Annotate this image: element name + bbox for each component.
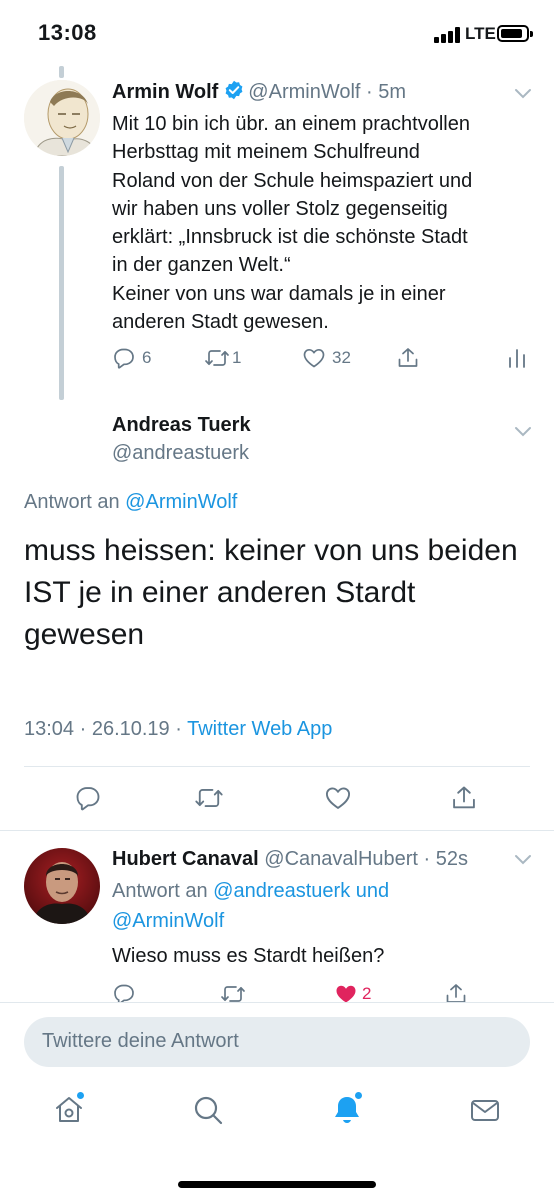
heart-filled-icon (336, 985, 356, 1002)
like-count: 32 (332, 348, 351, 367)
separator: · (360, 81, 379, 103)
signal-icon (434, 27, 462, 43)
reply-context: Antwort an @ArminWolf (24, 491, 237, 514)
status-time: 13:08 (38, 20, 97, 45)
reply-icon (76, 787, 100, 811)
separator: · (418, 848, 436, 870)
retweet-button[interactable]: 1 (204, 346, 241, 370)
divider (24, 766, 530, 767)
retweet-button[interactable] (194, 784, 224, 812)
reply-to-link[interactable]: @andreastuerk und (213, 880, 389, 902)
reply-icon (114, 348, 134, 369)
reply-button[interactable] (112, 982, 136, 1002)
reply-context: Antwort an @andreastuerk und @ArminWolf (112, 876, 532, 936)
reply-count: 6 (142, 348, 152, 367)
reply-tweet-text: Wieso muss es Stardt heißen? (112, 945, 385, 967)
author-handle[interactable]: @CanavalHubert (264, 848, 418, 870)
tweet-timestamp: 13:04 · 26.10.19 · Twitter Web App (24, 718, 332, 741)
tweet-text-line: Herbsttag mit meinem Schulfreund (112, 141, 420, 164)
tweet-text-line: anderen Stadt gewesen. (112, 311, 329, 334)
share-button[interactable] (444, 982, 468, 1002)
battery-icon (497, 25, 533, 42)
status-bar: 13:08 LTE (0, 0, 554, 66)
main-tweet-text: muss heissen: keiner von uns beiden IST … (24, 530, 544, 656)
divider (0, 830, 554, 831)
share-button[interactable] (396, 346, 420, 370)
share-button[interactable] (450, 784, 478, 812)
tab-notifications[interactable] (330, 1091, 364, 1132)
notification-dot (76, 1091, 85, 1100)
like-button[interactable]: 32 (302, 346, 351, 370)
tab-messages[interactable] (468, 1093, 502, 1132)
notification-dot (354, 1091, 363, 1100)
tweet-text-line: IST je in einer anderen Stardt (24, 576, 416, 609)
share-icon (446, 984, 466, 1002)
tweet-text-line: muss heissen: keiner von uns beiden (24, 534, 518, 567)
tweet-text-line: gewesen (24, 618, 145, 651)
search-icon (194, 1096, 223, 1125)
like-button[interactable] (324, 784, 352, 812)
reply-prefix: Antwort an (112, 880, 214, 902)
heart-icon (303, 348, 325, 368)
thread-line (59, 66, 64, 78)
tab-home[interactable] (52, 1091, 86, 1132)
tweet-age: 52s (435, 848, 469, 870)
tweet-text-line: erklärt: „Innsbruck ist die schönste Sta… (112, 226, 468, 249)
retweet-count: 1 (232, 348, 242, 367)
reply-tweet-header: Hubert Canaval @CanavalHubert · 52s (112, 848, 468, 871)
reply-icon (114, 984, 134, 1002)
like-count: 2 (362, 984, 372, 1002)
author-name[interactable]: Andreas Tuerk (112, 414, 251, 436)
retweet-icon (221, 986, 245, 1002)
chevron-down-icon[interactable] (514, 426, 532, 438)
reply-prefix: Antwort an (24, 491, 126, 513)
home-indicator[interactable] (178, 1181, 376, 1188)
heart-icon (325, 787, 351, 809)
share-icon (398, 348, 418, 367)
main-tweet-handle-line: @andreastuerk (112, 442, 249, 465)
chevron-down-icon[interactable] (514, 854, 532, 866)
reply-to-link[interactable]: @ArminWolf (112, 910, 224, 932)
avatar-hubert-canaval[interactable] (24, 848, 100, 924)
tweet-text: Mit 10 bin ich übr. an einem prachtvolle… (112, 110, 542, 336)
retweet-button[interactable] (220, 982, 246, 1002)
tweet-text-line: Roland von der Schule heimspaziert und (112, 169, 473, 192)
messages-icon (471, 1100, 499, 1121)
analytics-icon (509, 349, 525, 368)
verified-badge-icon (225, 80, 243, 100)
author-name[interactable]: Armin Wolf (112, 81, 218, 103)
reply-to-link[interactable]: @ArminWolf (125, 491, 237, 513)
main-tweet-actions (0, 784, 554, 814)
analytics-button[interactable] (506, 346, 528, 370)
tweet-text-line: wir haben uns voller Stolz gegenseitig (112, 197, 448, 220)
like-button[interactable]: 2 (334, 982, 371, 1002)
retweet-icon (205, 350, 229, 366)
retweet-icon (195, 789, 223, 807)
timestamp-text: 13:04 · 26.10.19 · (24, 718, 188, 740)
author-handle[interactable]: @andreastuerk (112, 442, 249, 464)
reply-button[interactable] (74, 784, 102, 812)
tweet-actions: 6 1 32 (0, 346, 554, 372)
tweet-age: 5m (378, 81, 407, 103)
tweet-header: Armin Wolf @ArminWolf · 5m (112, 80, 406, 104)
reply-tweet-actions: 2 (0, 982, 554, 1002)
avatar-armin-wolf[interactable] (24, 80, 100, 156)
tweet-text-line: in der ganzen Welt.“ (112, 254, 291, 277)
share-icon (453, 786, 475, 809)
network-label: LTE (465, 24, 496, 43)
tweet-text-line: Mit 10 bin ich übr. an einem prachtvolle… (112, 113, 470, 135)
author-handle[interactable]: @ArminWolf (248, 81, 360, 103)
tab-search[interactable] (191, 1093, 225, 1132)
author-name[interactable]: Hubert Canaval (112, 848, 259, 870)
chevron-down-icon[interactable] (514, 88, 532, 100)
tweet-text-line: Keiner von uns war damals je in einer (112, 282, 446, 305)
reply-button[interactable]: 6 (112, 346, 151, 370)
reply-input[interactable]: Twittere deine Antwort (24, 1017, 530, 1067)
reply-composer-bar: Twittere deine Antwort (0, 1002, 554, 1200)
main-tweet-author: Andreas Tuerk (112, 414, 251, 437)
client-link[interactable]: Twitter Web App (187, 718, 332, 740)
